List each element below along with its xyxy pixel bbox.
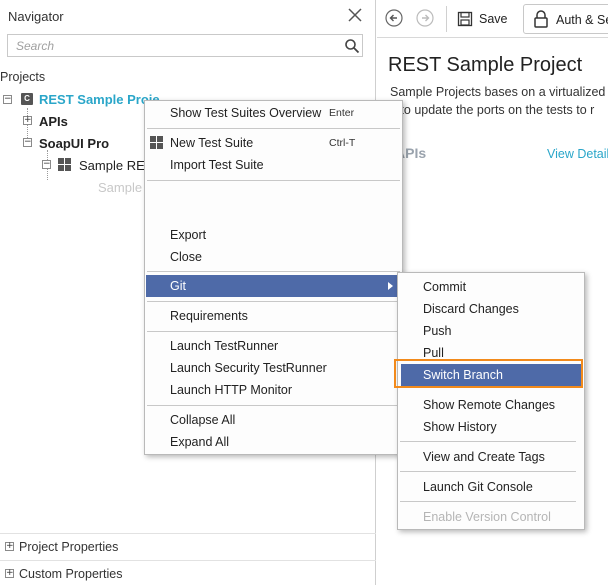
collapse-toggle[interactable]: − (23, 138, 32, 147)
expand-toggle[interactable]: + (23, 116, 32, 125)
menu-item-label: Show Remote Changes (423, 398, 556, 412)
save-button[interactable]: Save (457, 8, 508, 30)
menu-separator (147, 128, 400, 129)
tree-item-soapui-pro[interactable]: SoapUI Pro (39, 136, 109, 151)
menu-separator (400, 441, 576, 442)
tree-item-sample-rest[interactable]: Sample RES (79, 158, 153, 173)
menu-item-label: Close (170, 250, 202, 264)
menu-item-launch-security-testrunner[interactable]: Launch Security TestRunner (146, 357, 401, 379)
project-description: Sample Projects bases on a virtualized e… (390, 83, 605, 119)
git-submenu: Commit Discard Changes Push Pull Switch … (397, 272, 585, 530)
menu-item-launch-git-console[interactable]: Launch Git Console (399, 476, 583, 498)
project-properties-label: Project Properties (19, 540, 119, 554)
menu-item-push[interactable]: Push (399, 320, 583, 342)
tree-item-apis[interactable]: APIs (39, 114, 68, 129)
tree-item-rest-sample-project[interactable]: REST Sample Proje (39, 92, 160, 107)
menu-item-label: Export (170, 228, 207, 242)
menu-item-shortcut: Ctrl-T (329, 137, 356, 149)
highlight-outline (394, 359, 583, 388)
toolbar-separator (446, 6, 447, 32)
menu-item-expand-all[interactable]: Expand All (146, 431, 401, 453)
menu-separator (147, 331, 400, 332)
save-icon (457, 11, 473, 27)
grid-icon (58, 158, 71, 171)
collapse-toggle[interactable]: − (3, 95, 12, 104)
menu-item-label: Import Test Suite (170, 158, 264, 172)
menu-item-label: Collapse All (170, 413, 236, 427)
description-line: Sample Projects bases on a virtualized (390, 85, 606, 99)
menu-item-label: Pull (423, 346, 444, 360)
save-label: Save (479, 12, 508, 26)
menu-item-label: View and Create Tags (423, 450, 545, 464)
close-icon[interactable] (347, 7, 363, 23)
menu-item-label: Launch HTTP Monitor (170, 383, 293, 397)
menu-item-label: New Test Suite (170, 136, 254, 150)
menu-item-show-test-suites-overview[interactable]: Show Test Suites Overview Enter (146, 102, 401, 124)
editor-toolbar: Save Auth & Se (377, 0, 608, 38)
menu-item-discard-changes[interactable]: Discard Changes (399, 298, 583, 320)
menu-separator (400, 501, 576, 502)
menu-item-label: Launch TestRunner (170, 339, 279, 353)
menu-item-git[interactable]: Git (146, 275, 401, 297)
menu-separator (147, 301, 400, 302)
navigator-search (7, 34, 363, 57)
menu-separator (147, 180, 400, 181)
menu-item-close[interactable]: Close (146, 246, 401, 268)
menu-item-view-and-create-tags[interactable]: View and Create Tags (399, 446, 583, 468)
menu-item-commit[interactable]: Commit (399, 276, 583, 298)
navigator-header: Navigator (0, 0, 376, 32)
menu-item-label: Launch Git Console (423, 480, 533, 494)
context-menu: Show Test Suites Overview Enter New Test… (144, 100, 403, 455)
back-arrow-icon[interactable] (385, 9, 403, 27)
menu-item-export[interactable]: Export (146, 224, 401, 246)
menu-item-label: Enable Version Control (423, 510, 551, 524)
submenu-arrow-icon (388, 282, 393, 290)
menu-separator (147, 405, 400, 406)
auth-security-button[interactable]: Auth & Se (523, 4, 608, 34)
menu-item-label: Launch Security TestRunner (170, 361, 327, 375)
auth-label: Auth & Se (556, 13, 608, 27)
custom-properties-label: Custom Properties (19, 567, 123, 581)
menu-separator (147, 271, 400, 272)
menu-item-label: Requirements (170, 309, 248, 323)
page-title: REST Sample Project (388, 54, 583, 76)
project-icon: C (21, 93, 33, 105)
custom-properties-row[interactable]: + Custom Properties (0, 560, 376, 586)
menu-item-collapse-all[interactable]: Collapse All (146, 409, 401, 431)
menu-item-show-remote-changes[interactable]: Show Remote Changes (399, 394, 583, 416)
menu-item-launch-testrunner[interactable]: Launch TestRunner (146, 335, 401, 357)
menu-item-enable-version-control: Enable Version Control (399, 506, 583, 528)
menu-item-label: Push (423, 324, 452, 338)
tree-item-faded: Sample (98, 180, 143, 195)
view-details-link[interactable]: View Details (547, 147, 608, 161)
search-icon[interactable] (344, 38, 360, 54)
navigator-title: Navigator (8, 9, 64, 24)
menu-item-label: Git (170, 279, 186, 293)
menu-item-label: Expand All (170, 435, 230, 449)
menu-item-label: Show History (423, 420, 497, 434)
menu-item-label: Commit (423, 280, 467, 294)
projects-label: Projects (0, 70, 46, 84)
menu-item-requirements[interactable]: Requirements (146, 305, 401, 327)
forward-arrow-icon[interactable] (416, 9, 434, 27)
menu-item-label: Discard Changes (423, 302, 519, 316)
project-properties-row[interactable]: + Project Properties (0, 533, 376, 559)
lock-icon (534, 10, 548, 28)
menu-separator (400, 471, 576, 472)
grid-icon (150, 136, 163, 149)
menu-item-shortcut: Enter (329, 107, 355, 119)
search-input[interactable] (16, 38, 336, 54)
expand-toggle[interactable]: + (5, 569, 14, 578)
menu-item-show-history[interactable]: Show History (399, 416, 583, 438)
expand-toggle[interactable]: + (5, 542, 14, 551)
menu-item-label: Show Test Suites Overview (170, 106, 322, 120)
menu-item-new-test-suite[interactable]: New Test Suite Ctrl-T (146, 132, 401, 154)
description-line: e to update the ports on the tests to r (390, 103, 595, 117)
collapse-toggle[interactable]: − (42, 160, 51, 169)
menu-item-import-test-suite[interactable]: Import Test Suite (146, 154, 401, 176)
menu-item-launch-http-monitor[interactable]: Launch HTTP Monitor (146, 379, 401, 401)
